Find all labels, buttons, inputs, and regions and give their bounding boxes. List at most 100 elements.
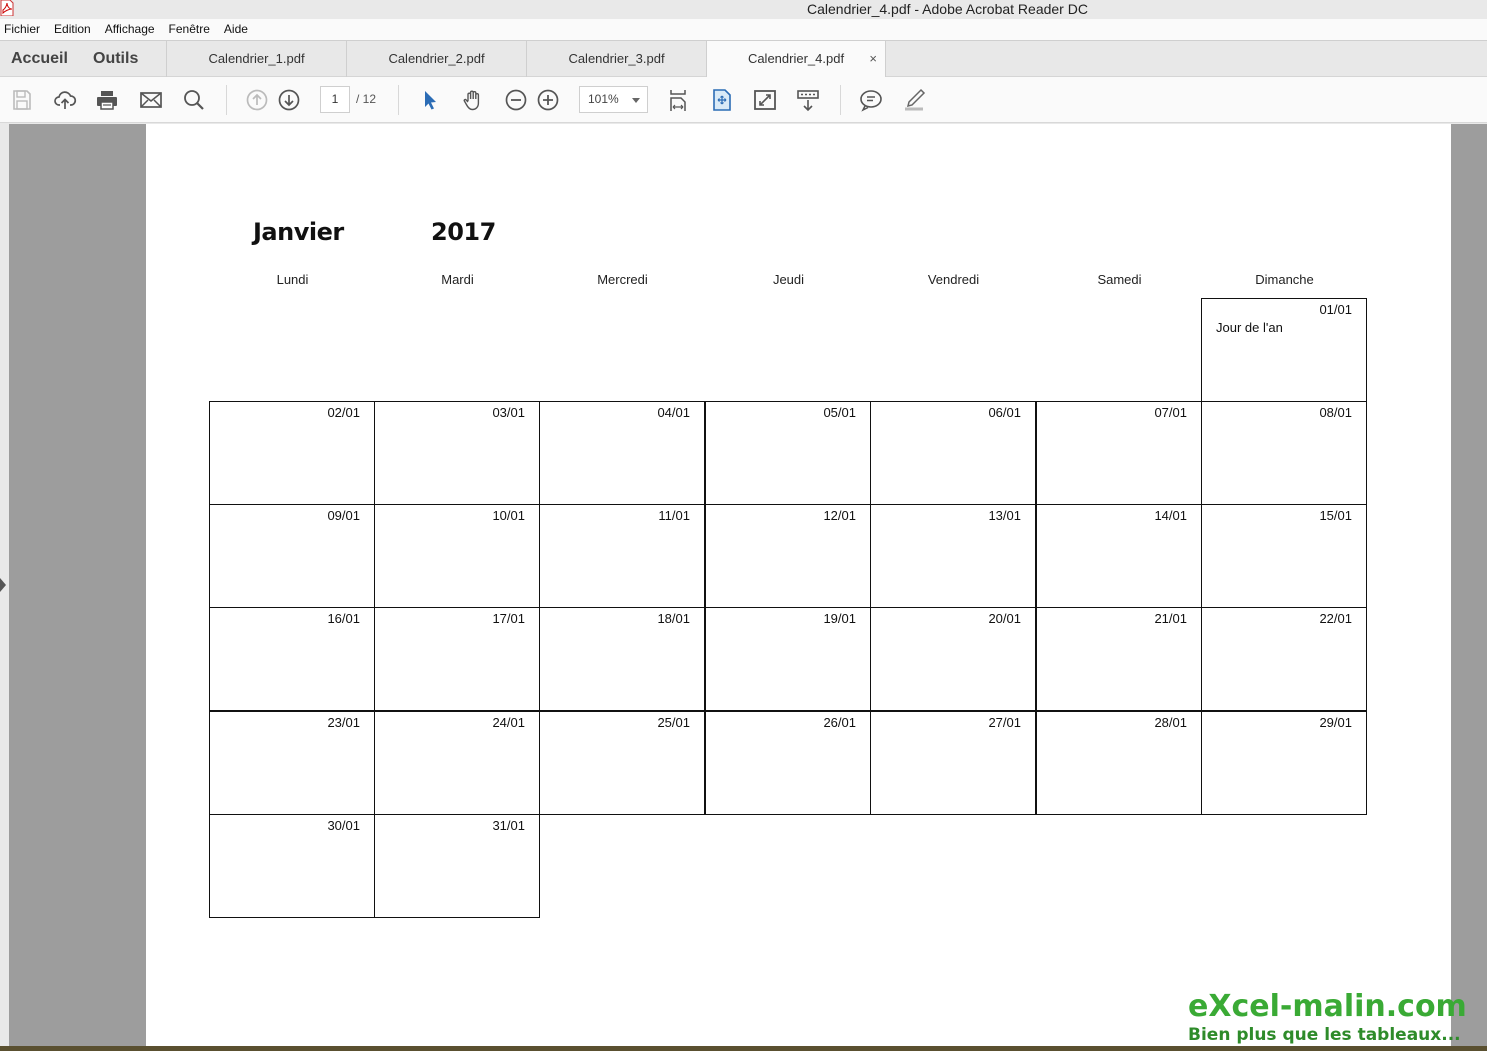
tab-calendrier-3[interactable]: Calendrier_3.pdf [526,41,706,77]
day-date: 20/01 [988,611,1021,626]
next-page-icon [278,89,300,111]
watermark: eXcel-malin.com Bien plus que les tablea… [1188,990,1487,1046]
calendar-year: 2017 [431,218,496,246]
tab-calendrier-2[interactable]: Calendrier_2.pdf [346,41,526,77]
pdf-page: Janvier 2017 Lundi Mardi Mercredi Jeudi Vend… [146,124,1451,1046]
calendar-day-cell: 07/01 [1036,401,1202,505]
search-button[interactable] [181,87,207,113]
left-panel-strip [0,124,9,1046]
calendar-day-cell: 15/01 [1201,504,1367,608]
calendar-day-cell: 11/01 [539,504,705,608]
day-date: 31/01 [492,818,525,833]
select-tool-button[interactable] [417,87,443,113]
zoom-out-icon [505,89,527,111]
calendar-day-cell: 17/01 [374,607,540,711]
weekday-label: Lundi [276,272,309,287]
hand-tool-icon [463,90,480,111]
expand-panel-icon[interactable] [0,578,6,592]
calendar-month: Janvier [253,218,344,246]
day-date: 16/01 [327,611,360,626]
menu-fenetre[interactable]: Fenêtre [169,19,210,40]
page-number-input[interactable]: 1 [320,86,350,113]
menu-affichage[interactable]: Affichage [105,19,155,40]
watermark-site: eXcel-malin.com [1188,989,1467,1024]
upload-button[interactable] [52,87,78,113]
weekday-label: Jeudi [772,272,805,287]
calendar-day-cell: 30/01 [209,814,375,918]
taskbar [0,1046,1487,1051]
calendar-day-cell: 08/01 [1201,401,1367,505]
day-date: 27/01 [988,715,1021,730]
tab-calendrier-4[interactable]: Calendrier_4.pdf × [706,41,886,78]
next-page-button[interactable] [276,87,302,113]
calendar-day-cell: 25/01 [539,711,705,815]
day-date: 09/01 [327,508,360,523]
title-bar: Calendrier_4.pdf - Adobe Acrobat Reader … [0,0,1487,19]
calendar-day-cell: 20/01 [870,607,1036,711]
day-date: 28/01 [1154,715,1187,730]
fit-page-button[interactable] [709,87,735,113]
day-date: 03/01 [492,405,525,420]
zoom-out-button[interactable] [503,87,529,113]
toolbar-separator [840,85,841,115]
page-total: / 12 [356,92,377,106]
previous-page-button[interactable] [244,87,270,113]
save-icon [13,90,31,110]
print-icon [97,91,117,110]
hand-tool-button[interactable] [460,87,486,113]
day-date: 21/01 [1154,611,1187,626]
previous-page-icon [246,89,268,111]
calendar-day-cell: 31/01 [374,814,540,918]
calendar-day-cell: 29/01 [1201,711,1367,815]
tab-label: Calendrier_4.pdf [747,51,845,66]
calendar-day-cell: 22/01 [1201,607,1367,711]
tab-bar: Accueil Outils Calendrier_1.pdf Calendri… [0,40,1487,78]
calendar-day-cell: 13/01 [870,504,1036,608]
fit-width-button[interactable] [665,87,691,113]
fullscreen-button[interactable] [752,87,778,113]
day-date: 22/01 [1319,611,1352,626]
calendar-day-cell: 19/01 [705,607,871,711]
day-date: 24/01 [492,715,525,730]
calendar-day-cell: 24/01 [374,711,540,815]
zoom-level-value: 101% [588,92,619,106]
day-date: 17/01 [492,611,525,626]
toolbar: 1 / 12 101% [0,77,1487,123]
calendar-day-cell: 05/01 [705,401,871,505]
toolbar-separator [398,85,399,115]
weekday-label: Dimanche [1255,272,1314,287]
tab-calendrier-1[interactable]: Calendrier_1.pdf [166,41,346,77]
day-date: 06/01 [988,405,1021,420]
day-note: Jour de l'an [1216,320,1283,335]
menu-fichier[interactable]: Fichier [4,19,40,40]
weekday-label: Vendredi [927,272,980,287]
tab-label: Calendrier_3.pdf [568,51,665,66]
day-date: 29/01 [1319,715,1352,730]
nav-accueil[interactable]: Accueil [11,41,68,77]
day-date: 19/01 [823,611,856,626]
comment-button[interactable] [858,87,884,113]
calendar-day-cell: 02/01 [209,401,375,505]
day-date: 14/01 [1154,508,1187,523]
read-mode-button[interactable] [795,87,821,113]
zoom-level-dropdown[interactable]: 101% [579,86,648,113]
day-date: 13/01 [988,508,1021,523]
menu-edition[interactable]: Edition [54,19,91,40]
save-button[interactable] [9,87,35,113]
read-mode-icon [797,90,819,112]
email-button[interactable] [138,87,164,113]
calendar-day-cell: 21/01 [1036,607,1202,711]
calendar-day-cell: 26/01 [705,711,871,815]
day-date: 04/01 [657,405,690,420]
nav-outils[interactable]: Outils [93,41,138,77]
highlight-button[interactable] [901,87,927,113]
tab-label: Calendrier_2.pdf [388,51,485,66]
close-tab-icon[interactable]: × [869,41,877,77]
calendar-day-cell: 23/01 [209,711,375,815]
day-date: 23/01 [327,715,360,730]
watermark-tagline: Bien plus que les tableaux... [1188,1025,1461,1045]
print-button[interactable] [94,87,120,113]
calendar-day-cell: 03/01 [374,401,540,505]
menu-aide[interactable]: Aide [224,19,248,40]
zoom-in-button[interactable] [535,87,561,113]
